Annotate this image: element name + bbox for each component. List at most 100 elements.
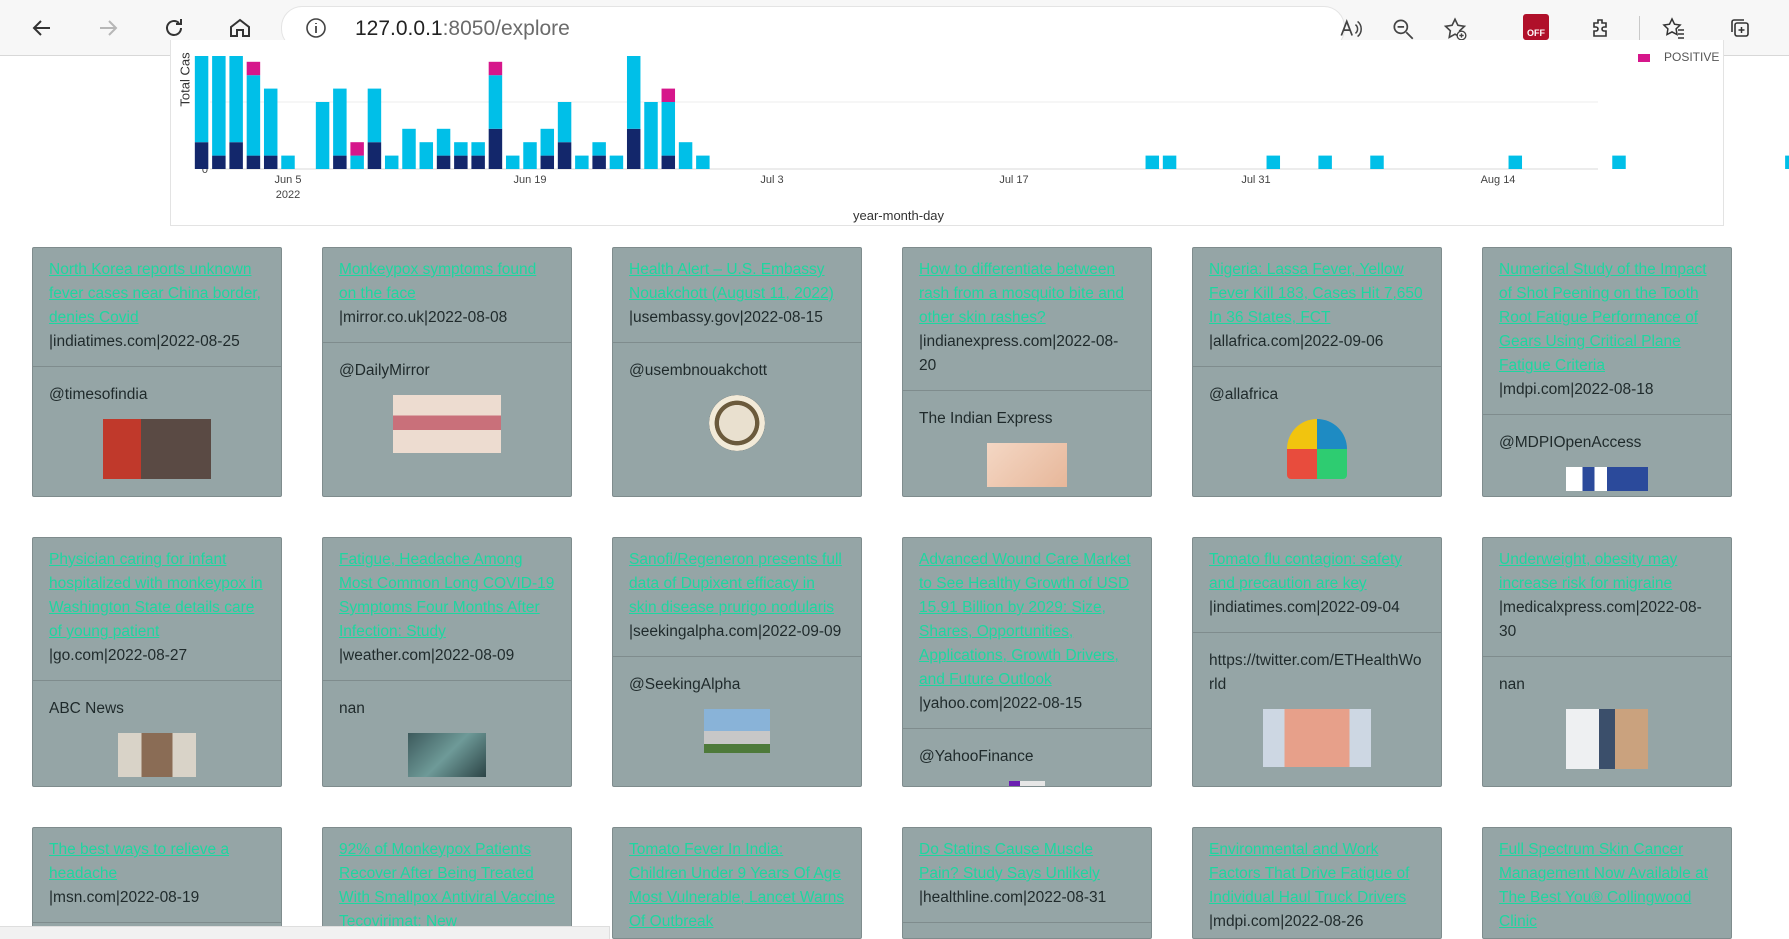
news-card-title-link[interactable]: How to differentiate between rash from a… [919,261,1124,326]
news-card-thumbnail-face-closeup[interactable] [393,395,501,453]
news-card-header: Tomato Fever In India: Children Under 9 … [613,828,861,938]
news-card-author: @timesofindia [49,386,148,403]
x-tick-label: Jul 17 [999,174,1028,186]
news-card-source-date: |seekingalpha.com|2022-09-09 [629,623,842,640]
news-card-title-link[interactable]: Tomato flu contagion: safety and precaut… [1209,551,1402,592]
news-card-title-link[interactable]: The best ways to relieve a headache [49,841,229,882]
news-card-header: Environmental and Work Factors That Driv… [1193,828,1441,938]
news-card-thumbnail-virus[interactable] [408,733,486,777]
x-axis-title: year-month-day [853,208,945,223]
chart-bar [1318,155,1332,169]
news-card: Do Statins Cause Muscle Pain? Study Says… [902,827,1152,939]
chart-bar [488,75,503,129]
news-card-title-link[interactable]: Monkeypox symptoms found on the face [339,261,536,302]
news-card-author: @usembnouakchott [629,362,768,379]
legend-label-positive[interactable]: POSITIVE [1664,50,1719,64]
news-card-header: North Korea reports unknown fever cases … [33,248,281,367]
chart-bar [626,56,641,129]
news-card-source-date: |allafrica.com|2022-09-06 [1209,333,1384,350]
news-card-footer: @YahooFinance [903,729,1151,786]
news-card-title-link[interactable]: Health Alert – U.S. Embassy Nouakchott (… [629,261,834,302]
news-card: Full Spectrum Skin Cancer Management Now… [1482,827,1732,939]
news-card-title-link[interactable]: Numerical Study of the Impact of Shot Pe… [1499,261,1707,374]
news-card-thumbnail-graph-strip[interactable] [1566,467,1648,491]
chart-bar [402,128,416,169]
news-card-thumbnail-doctor[interactable] [1566,709,1648,769]
news-card-footer: @allafrica [1193,367,1441,479]
legend-swatch-positive[interactable] [1638,54,1650,62]
chart-bar [436,155,451,169]
news-card-header: Health Alert – U.S. Embassy Nouakchott (… [613,248,861,343]
news-card: Advanced Wound Care Market to See Health… [902,537,1152,787]
news-card-title-link[interactable]: Fatigue, Headache Among Most Common Long… [339,551,554,640]
news-card-thumbnail-mosquito[interactable] [987,443,1067,487]
chart-bar [350,155,364,169]
chart-bar [592,142,606,156]
cases-bar-chart[interactable]: 05Jun 5Jun 19Jul 3Jul 17Jul 31Aug 142022 [0,0,1789,230]
x-tick-label: Jul 3 [760,174,783,186]
chart-bar [454,155,468,169]
news-card-header: Underweight, obesity may increase risk f… [1483,538,1731,657]
news-card-thumbnail-allafrica-logo[interactable] [1287,419,1347,479]
news-card-author: nan [339,700,365,717]
news-card-footer: The Indian Express [903,391,1151,487]
news-card: Health Alert – U.S. Embassy Nouakchott (… [612,247,862,497]
news-card-title-link[interactable]: Do Statins Cause Muscle Pain? Study Says… [919,841,1100,882]
news-card-title-link[interactable]: Tomato Fever In India: Children Under 9 … [629,841,844,930]
news-card-thumbnail-flag-portrait[interactable] [103,419,211,479]
news-card-title-link[interactable]: Sanofi/Regeneron presents full data of D… [629,551,842,616]
chart-bar [454,142,468,156]
news-card-title-link[interactable]: Environmental and Work Factors That Driv… [1209,841,1409,906]
news-card-source-date: |mirror.co.uk|2022-08-08 [339,309,508,326]
news-card-author: @MDPIOpenAccess [1499,434,1642,451]
news-card-source-date: |msn.com|2022-08-19 [49,889,200,906]
chart-bar [246,61,261,76]
news-card: The best ways to relieve a headache |msn.… [32,827,282,939]
news-card-title-link[interactable]: Full Spectrum Skin Cancer Management Now… [1499,841,1708,930]
news-card-thumbnail-woman-video[interactable] [118,733,196,777]
news-card: North Korea reports unknown fever cases … [32,247,282,497]
news-card-author: https://twitter.com/ETHealthWorld [1209,652,1422,693]
news-card-header: Fatigue, Headache Among Most Common Long… [323,538,571,681]
news-card-title-link[interactable]: Advanced Wound Care Market to See Health… [919,551,1131,688]
news-card: Sanofi/Regeneron presents full data of D… [612,537,862,787]
news-card-title-link[interactable]: Nigeria: Lassa Fever, Yellow Fever Kill … [1209,261,1423,326]
chart-bar [661,88,676,102]
news-card: How to differentiate between rash from a… [902,247,1152,497]
chart-bar [229,142,243,169]
chart-bar [263,88,278,156]
news-card-header: Nigeria: Lassa Fever, Yellow Fever Kill … [1193,248,1441,367]
news-card-source-date: |weather.com|2022-08-09 [339,647,515,664]
chart-bar [557,142,572,169]
news-card-source-date: |healthline.com|2022-08-31 [919,889,1107,906]
news-card-title-link[interactable]: Physician caring for infant hospitalized… [49,551,263,640]
news-card-title-link[interactable]: Underweight, obesity may increase risk f… [1499,551,1677,592]
chart-bar [540,155,555,169]
news-card-footer: @DailyMirror [323,343,571,453]
chart-bar [1785,155,1789,169]
chart-bar [1145,155,1160,169]
news-card: Fatigue, Headache Among Most Common Long… [322,537,572,787]
news-card-footer: ABC News [33,681,281,777]
news-card-source-date: |indiatimes.com|2022-09-04 [1209,599,1400,616]
news-card-thumbnail-seal[interactable] [709,395,765,451]
news-card-footer: nan [1483,657,1731,769]
chart-bar [626,128,641,169]
x-tick-label: Jun 5 [275,174,302,186]
news-card-author: The Indian Express [919,410,1053,427]
news-card-title-link[interactable]: North Korea reports unknown fever cases … [49,261,261,326]
chart-bar [194,142,209,169]
news-card-footer: @usembnouakchott [613,343,861,451]
chart-bar [661,155,676,169]
chart-bar [678,142,693,169]
chart-bar [540,128,555,156]
news-card-thumbnail-hands[interactable] [1263,709,1371,767]
x-tick-label: Aug 14 [1481,174,1516,186]
chart-bar [367,88,382,143]
chart-bar [333,88,347,156]
news-card-thumbnail-building[interactable] [704,709,770,753]
news-card-thumbnail-tiny-logo[interactable] [1009,781,1045,786]
news-card-title-link[interactable]: 92% of Monkeypox Patients Recover After … [339,841,555,930]
chart-bar [1508,155,1523,169]
news-card-author: @YahooFinance [919,748,1034,765]
